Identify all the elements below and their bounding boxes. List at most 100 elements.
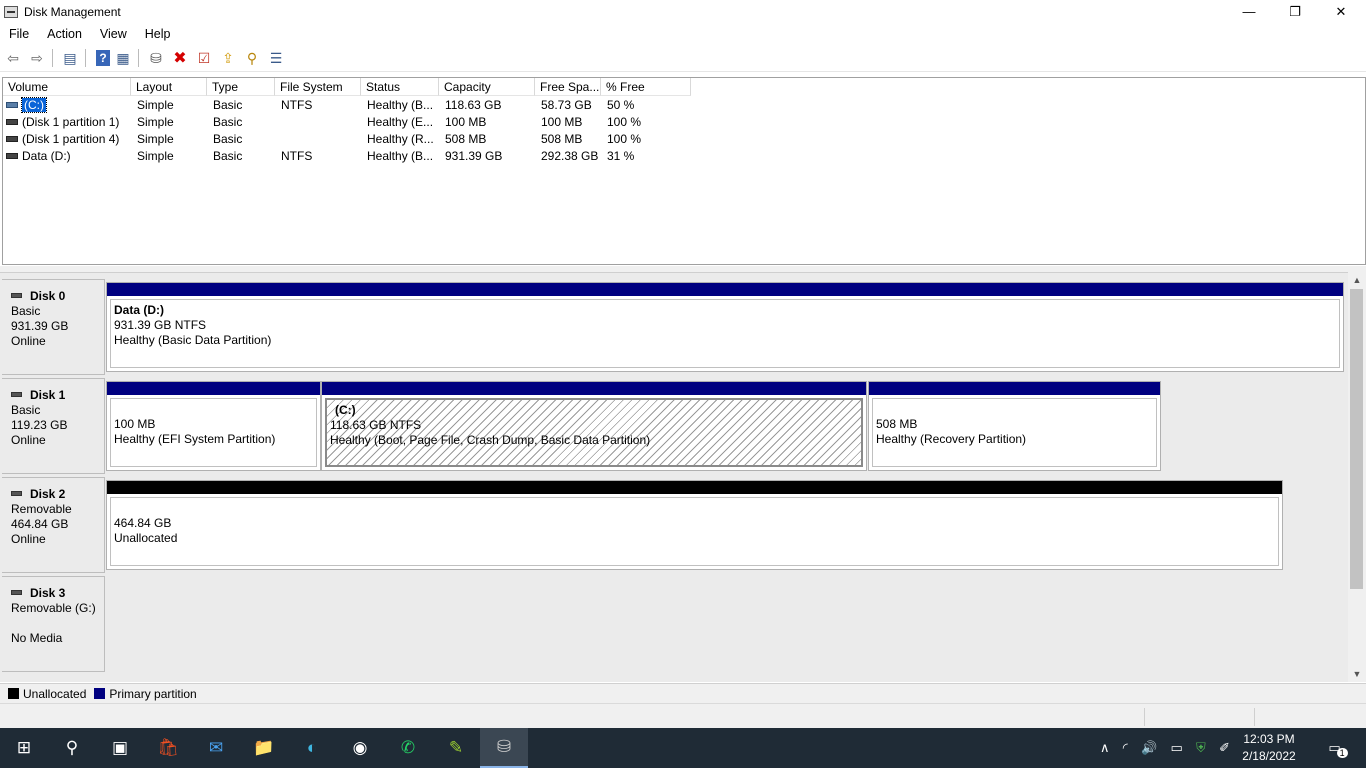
volume-layout: Simple — [137, 149, 174, 163]
volume-status: Healthy (B... — [367, 98, 434, 112]
volume-status: Healthy (R... — [367, 132, 434, 146]
column-header-layout[interactable]: Layout — [131, 78, 207, 96]
column-header-volume[interactable]: Volume — [3, 78, 131, 96]
status-separator — [1144, 708, 1145, 726]
partition-status: Healthy (Boot, Page File, Crash Dump, Ba… — [330, 433, 651, 447]
disk-management-app-icon — [4, 5, 18, 18]
restore-button[interactable]: ❐ — [1272, 0, 1318, 23]
partition-size: 931.39 GB NTFS — [114, 318, 207, 332]
table-row[interactable]: Data (D:) Simple Basic NTFS Healthy (B..… — [3, 148, 703, 165]
export-list-button[interactable]: ⇪ — [217, 47, 239, 69]
disk-state: Online — [11, 532, 46, 546]
column-header-type[interactable]: Type — [207, 78, 275, 96]
partition-title — [876, 402, 1156, 417]
volume-percent-free: 100 % — [607, 132, 642, 146]
partition-status: Healthy (Basic Data Partition) — [114, 333, 272, 347]
disk-management-icon: ⛁ — [496, 737, 512, 756]
volume-capacity: 931.39 GB — [445, 149, 503, 163]
task-view-button[interactable]: ▣ — [96, 728, 144, 768]
toolbar-separator — [52, 49, 53, 67]
notification-center-button[interactable]: ▭ 1 — [1318, 728, 1358, 768]
column-header-file-system[interactable]: File System — [275, 78, 361, 96]
start-icon: ⊞ — [16, 738, 32, 757]
forward-button[interactable]: ⇨ — [26, 47, 48, 69]
show-hide-console-tree-icon: ▤ — [63, 49, 77, 66]
column-header-percent-free[interactable]: % Free — [601, 78, 691, 96]
partition-c[interactable]: (C:) 118.63 GB NTFS Healthy (Boot, Page … — [321, 381, 867, 471]
disk-view-scrollbar[interactable]: ▲ ▼ — [1348, 272, 1366, 682]
notepad-plus-icon: ✎ — [448, 738, 464, 757]
forward-icon: ⇨ — [31, 49, 43, 66]
back-button[interactable]: ⇦ — [2, 47, 24, 69]
table-row[interactable]: (Disk 1 partition 4) Simple Basic Health… — [3, 131, 703, 148]
volume-percent-free: 100 % — [607, 115, 642, 129]
partition-efi[interactable]: 100 MB Healthy (EFI System Partition) — [106, 381, 321, 471]
disk-3-label[interactable]: Disk 3 Removable (G:) No Media — [2, 576, 105, 672]
disk-size — [11, 616, 104, 631]
disk-kind: Removable (G:) — [11, 601, 96, 615]
column-header-status[interactable]: Status — [361, 78, 439, 96]
volume-name: (C:) — [21, 97, 47, 113]
network-icon[interactable]: ◜ — [1123, 740, 1128, 756]
search-icon: ⚲ — [246, 49, 258, 66]
pen-icon[interactable]: ✐ — [1219, 740, 1230, 756]
help-button[interactable]: ? — [96, 50, 110, 66]
view-button[interactable]: ☰ — [265, 47, 287, 69]
disk-management-taskbar-button[interactable]: ⛁ — [480, 728, 528, 768]
properties-icon: ▦ — [116, 49, 130, 66]
drive-icon — [6, 118, 18, 125]
disk-1-label[interactable]: Disk 1 Basic 119.23 GB Online — [2, 378, 105, 474]
scroll-down-icon[interactable]: ▼ — [1348, 666, 1366, 682]
microsoft-store-button[interactable]: 🛍 — [144, 728, 192, 768]
partition-recovery[interactable]: 508 MB Healthy (Recovery Partition) — [868, 381, 1161, 471]
scroll-thumb[interactable] — [1350, 289, 1363, 589]
taskbar-search-button[interactable]: ⚲ — [48, 728, 96, 768]
volume-name: Data (D:) — [22, 149, 71, 163]
menu-view[interactable]: View — [91, 27, 136, 41]
partition-data-d[interactable]: Data (D:) 931.39 GB NTFS Healthy (Basic … — [106, 282, 1344, 372]
start-button[interactable]: ⊞ — [0, 728, 48, 768]
properties-button[interactable]: ▦ — [112, 47, 134, 69]
volume-capacity: 508 MB — [445, 132, 487, 146]
table-row[interactable]: (C:) Simple Basic NTFS Healthy (B... 118… — [3, 97, 703, 114]
notepad-plus-button[interactable]: ✎ — [432, 728, 480, 768]
taskbar: ⊞ ⚲ ▣ 🛍 ✉ 📁 ◐ ◉ ✆ ✎ ⛁ ∧ ◜ 🔊 ▭ ⛨ ✐ 12:03 … — [0, 728, 1366, 768]
battery-icon[interactable]: ▭ — [1171, 740, 1183, 756]
edge-button[interactable]: ◐ — [288, 728, 336, 768]
search-button[interactable]: ⚲ — [241, 47, 263, 69]
volume-list[interactable]: Volume Layout Type File System Status Ca… — [2, 77, 1366, 265]
volume-free-space: 292.38 GB — [541, 149, 599, 163]
toolbar-separator — [138, 49, 139, 67]
security-icon[interactable]: ⛨ — [1196, 740, 1206, 756]
volume-free-space: 100 MB — [541, 115, 583, 129]
file-explorer-icon: 📁 — [253, 738, 275, 757]
mail-button[interactable]: ✉ — [192, 728, 240, 768]
show-hidden-icons-icon[interactable]: ∧ — [1100, 740, 1110, 756]
whatsapp-button[interactable]: ✆ — [384, 728, 432, 768]
column-header-capacity[interactable]: Capacity — [439, 78, 535, 96]
menu-help[interactable]: Help — [136, 27, 180, 41]
partition-unallocated[interactable]: 464.84 GB Unallocated — [106, 480, 1283, 570]
steam-button[interactable]: ◉ — [336, 728, 384, 768]
delete-button[interactable]: ✖ — [169, 47, 191, 69]
minimize-button[interactable]: — — [1226, 0, 1272, 23]
menu-file[interactable]: File — [0, 27, 38, 41]
close-button[interactable]: ✕ — [1318, 0, 1364, 23]
file-explorer-button[interactable]: 📁 — [240, 728, 288, 768]
table-row[interactable]: (Disk 1 partition 1) Simple Basic Health… — [3, 114, 703, 131]
disk-icon — [11, 590, 22, 596]
scroll-up-icon[interactable]: ▲ — [1348, 272, 1366, 288]
menu-action[interactable]: Action — [38, 27, 91, 41]
clock[interactable]: 12:03 PM 2/18/2022 — [1238, 731, 1300, 765]
volume-icon[interactable]: 🔊 — [1141, 740, 1157, 756]
show-hide-console-tree-button[interactable]: ▤ — [59, 47, 81, 69]
status-bar — [0, 703, 1366, 728]
volume-file-system — [275, 131, 361, 148]
check-button[interactable]: ☑ — [193, 47, 215, 69]
volume-free-space: 58.73 GB — [541, 98, 592, 112]
disk-0-label[interactable]: Disk 0 Basic 931.39 GB Online — [2, 279, 105, 375]
column-header-free-space[interactable]: Free Spa... — [535, 78, 601, 96]
connect-disk-button[interactable]: ⛁ — [145, 47, 167, 69]
disk-name: Disk 2 — [30, 487, 66, 501]
disk-2-label[interactable]: Disk 2 Removable 464.84 GB Online — [2, 477, 105, 573]
